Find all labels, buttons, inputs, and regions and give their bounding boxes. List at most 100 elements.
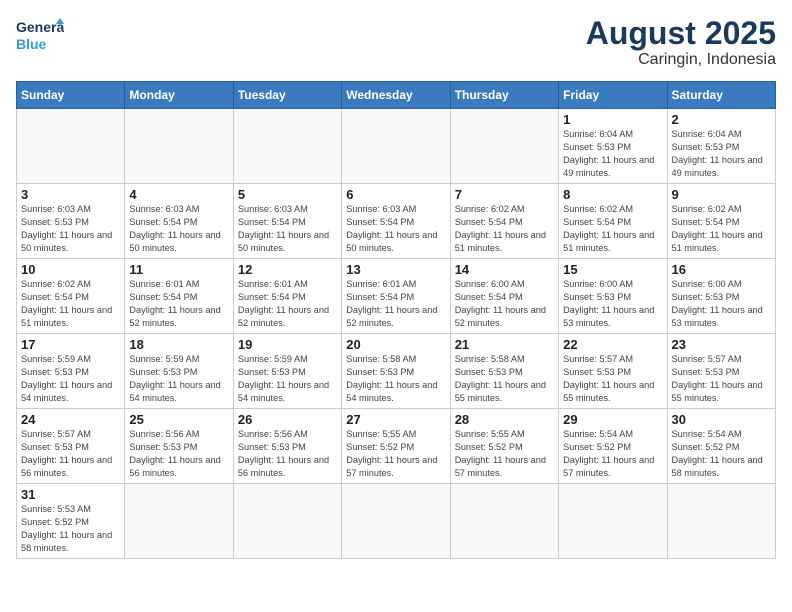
- day-number: 28: [455, 412, 554, 427]
- day-info: Sunrise: 5:53 AM Sunset: 5:52 PM Dayligh…: [21, 503, 120, 555]
- calendar-cell: 5Sunrise: 6:03 AM Sunset: 5:54 PM Daylig…: [233, 184, 341, 259]
- svg-text:General: General: [16, 19, 64, 35]
- day-number: 19: [238, 337, 337, 352]
- day-number: 27: [346, 412, 445, 427]
- calendar-cell: 3Sunrise: 6:03 AM Sunset: 5:53 PM Daylig…: [17, 184, 125, 259]
- day-info: Sunrise: 6:03 AM Sunset: 5:54 PM Dayligh…: [238, 203, 337, 255]
- calendar-cell: 19Sunrise: 5:59 AM Sunset: 5:53 PM Dayli…: [233, 334, 341, 409]
- calendar-cell: [125, 109, 233, 184]
- day-number: 16: [672, 262, 771, 277]
- calendar-cell: 21Sunrise: 5:58 AM Sunset: 5:53 PM Dayli…: [450, 334, 558, 409]
- calendar-cell: 17Sunrise: 5:59 AM Sunset: 5:53 PM Dayli…: [17, 334, 125, 409]
- calendar-week-row: 31Sunrise: 5:53 AM Sunset: 5:52 PM Dayli…: [17, 484, 776, 559]
- calendar-cell: 27Sunrise: 5:55 AM Sunset: 5:52 PM Dayli…: [342, 409, 450, 484]
- weekday-header-saturday: Saturday: [667, 82, 775, 109]
- day-info: Sunrise: 5:57 AM Sunset: 5:53 PM Dayligh…: [21, 428, 120, 480]
- day-info: Sunrise: 5:57 AM Sunset: 5:53 PM Dayligh…: [563, 353, 662, 405]
- day-number: 15: [563, 262, 662, 277]
- calendar-cell: [342, 109, 450, 184]
- calendar-cell: 29Sunrise: 5:54 AM Sunset: 5:52 PM Dayli…: [559, 409, 667, 484]
- day-number: 1: [563, 112, 662, 127]
- calendar-cell: 28Sunrise: 5:55 AM Sunset: 5:52 PM Dayli…: [450, 409, 558, 484]
- day-info: Sunrise: 6:03 AM Sunset: 5:53 PM Dayligh…: [21, 203, 120, 255]
- day-info: Sunrise: 5:54 AM Sunset: 5:52 PM Dayligh…: [672, 428, 771, 480]
- calendar-cell: 20Sunrise: 5:58 AM Sunset: 5:53 PM Dayli…: [342, 334, 450, 409]
- calendar-cell: 6Sunrise: 6:03 AM Sunset: 5:54 PM Daylig…: [342, 184, 450, 259]
- day-number: 12: [238, 262, 337, 277]
- day-number: 5: [238, 187, 337, 202]
- page-header: General Blue August 2025 Caringin, Indon…: [16, 16, 776, 69]
- day-number: 18: [129, 337, 228, 352]
- logo-icon: General Blue: [16, 16, 64, 56]
- calendar-cell: 14Sunrise: 6:00 AM Sunset: 5:54 PM Dayli…: [450, 259, 558, 334]
- day-info: Sunrise: 6:00 AM Sunset: 5:54 PM Dayligh…: [455, 278, 554, 330]
- calendar-cell: [233, 109, 341, 184]
- day-info: Sunrise: 5:59 AM Sunset: 5:53 PM Dayligh…: [238, 353, 337, 405]
- day-info: Sunrise: 5:56 AM Sunset: 5:53 PM Dayligh…: [129, 428, 228, 480]
- svg-text:Blue: Blue: [16, 36, 47, 52]
- calendar-cell: 24Sunrise: 5:57 AM Sunset: 5:53 PM Dayli…: [17, 409, 125, 484]
- calendar-cell: 9Sunrise: 6:02 AM Sunset: 5:54 PM Daylig…: [667, 184, 775, 259]
- calendar-week-row: 3Sunrise: 6:03 AM Sunset: 5:53 PM Daylig…: [17, 184, 776, 259]
- calendar-cell: 18Sunrise: 5:59 AM Sunset: 5:53 PM Dayli…: [125, 334, 233, 409]
- calendar-cell: 31Sunrise: 5:53 AM Sunset: 5:52 PM Dayli…: [17, 484, 125, 559]
- calendar-week-row: 1Sunrise: 6:04 AM Sunset: 5:53 PM Daylig…: [17, 109, 776, 184]
- logo: General Blue: [16, 16, 64, 56]
- day-info: Sunrise: 6:02 AM Sunset: 5:54 PM Dayligh…: [21, 278, 120, 330]
- calendar-cell: 30Sunrise: 5:54 AM Sunset: 5:52 PM Dayli…: [667, 409, 775, 484]
- calendar-cell: [450, 109, 558, 184]
- calendar-cell: 8Sunrise: 6:02 AM Sunset: 5:54 PM Daylig…: [559, 184, 667, 259]
- calendar-cell: [233, 484, 341, 559]
- day-number: 25: [129, 412, 228, 427]
- day-number: 17: [21, 337, 120, 352]
- calendar-cell: 11Sunrise: 6:01 AM Sunset: 5:54 PM Dayli…: [125, 259, 233, 334]
- day-info: Sunrise: 6:04 AM Sunset: 5:53 PM Dayligh…: [563, 128, 662, 180]
- weekday-header-row: SundayMondayTuesdayWednesdayThursdayFrid…: [17, 82, 776, 109]
- day-info: Sunrise: 5:57 AM Sunset: 5:53 PM Dayligh…: [672, 353, 771, 405]
- day-number: 20: [346, 337, 445, 352]
- month-year-title: August 2025: [586, 16, 776, 51]
- day-number: 2: [672, 112, 771, 127]
- weekday-header-tuesday: Tuesday: [233, 82, 341, 109]
- calendar-cell: [342, 484, 450, 559]
- day-info: Sunrise: 6:00 AM Sunset: 5:53 PM Dayligh…: [672, 278, 771, 330]
- calendar-cell: [450, 484, 558, 559]
- weekday-header-monday: Monday: [125, 82, 233, 109]
- day-number: 24: [21, 412, 120, 427]
- day-number: 7: [455, 187, 554, 202]
- day-info: Sunrise: 5:58 AM Sunset: 5:53 PM Dayligh…: [455, 353, 554, 405]
- day-info: Sunrise: 5:55 AM Sunset: 5:52 PM Dayligh…: [455, 428, 554, 480]
- calendar-cell: 2Sunrise: 6:04 AM Sunset: 5:53 PM Daylig…: [667, 109, 775, 184]
- day-number: 11: [129, 262, 228, 277]
- day-info: Sunrise: 5:59 AM Sunset: 5:53 PM Dayligh…: [21, 353, 120, 405]
- calendar-cell: 1Sunrise: 6:04 AM Sunset: 5:53 PM Daylig…: [559, 109, 667, 184]
- weekday-header-sunday: Sunday: [17, 82, 125, 109]
- day-info: Sunrise: 5:56 AM Sunset: 5:53 PM Dayligh…: [238, 428, 337, 480]
- day-number: 31: [21, 487, 120, 502]
- day-info: Sunrise: 6:01 AM Sunset: 5:54 PM Dayligh…: [238, 278, 337, 330]
- calendar-cell: 4Sunrise: 6:03 AM Sunset: 5:54 PM Daylig…: [125, 184, 233, 259]
- calendar-cell: [667, 484, 775, 559]
- day-info: Sunrise: 6:02 AM Sunset: 5:54 PM Dayligh…: [563, 203, 662, 255]
- calendar-cell: 10Sunrise: 6:02 AM Sunset: 5:54 PM Dayli…: [17, 259, 125, 334]
- calendar-cell: [125, 484, 233, 559]
- day-info: Sunrise: 5:54 AM Sunset: 5:52 PM Dayligh…: [563, 428, 662, 480]
- weekday-header-wednesday: Wednesday: [342, 82, 450, 109]
- calendar-week-row: 10Sunrise: 6:02 AM Sunset: 5:54 PM Dayli…: [17, 259, 776, 334]
- title-block: August 2025 Caringin, Indonesia: [586, 16, 776, 69]
- location-subtitle: Caringin, Indonesia: [586, 51, 776, 69]
- calendar-cell: 13Sunrise: 6:01 AM Sunset: 5:54 PM Dayli…: [342, 259, 450, 334]
- day-number: 9: [672, 187, 771, 202]
- day-number: 8: [563, 187, 662, 202]
- calendar-cell: [559, 484, 667, 559]
- calendar-cell: 25Sunrise: 5:56 AM Sunset: 5:53 PM Dayli…: [125, 409, 233, 484]
- day-number: 22: [563, 337, 662, 352]
- calendar-cell: 22Sunrise: 5:57 AM Sunset: 5:53 PM Dayli…: [559, 334, 667, 409]
- day-info: Sunrise: 6:01 AM Sunset: 5:54 PM Dayligh…: [346, 278, 445, 330]
- weekday-header-friday: Friday: [559, 82, 667, 109]
- day-info: Sunrise: 6:03 AM Sunset: 5:54 PM Dayligh…: [129, 203, 228, 255]
- calendar-cell: [17, 109, 125, 184]
- day-info: Sunrise: 6:02 AM Sunset: 5:54 PM Dayligh…: [455, 203, 554, 255]
- calendar-cell: 26Sunrise: 5:56 AM Sunset: 5:53 PM Dayli…: [233, 409, 341, 484]
- calendar-week-row: 17Sunrise: 5:59 AM Sunset: 5:53 PM Dayli…: [17, 334, 776, 409]
